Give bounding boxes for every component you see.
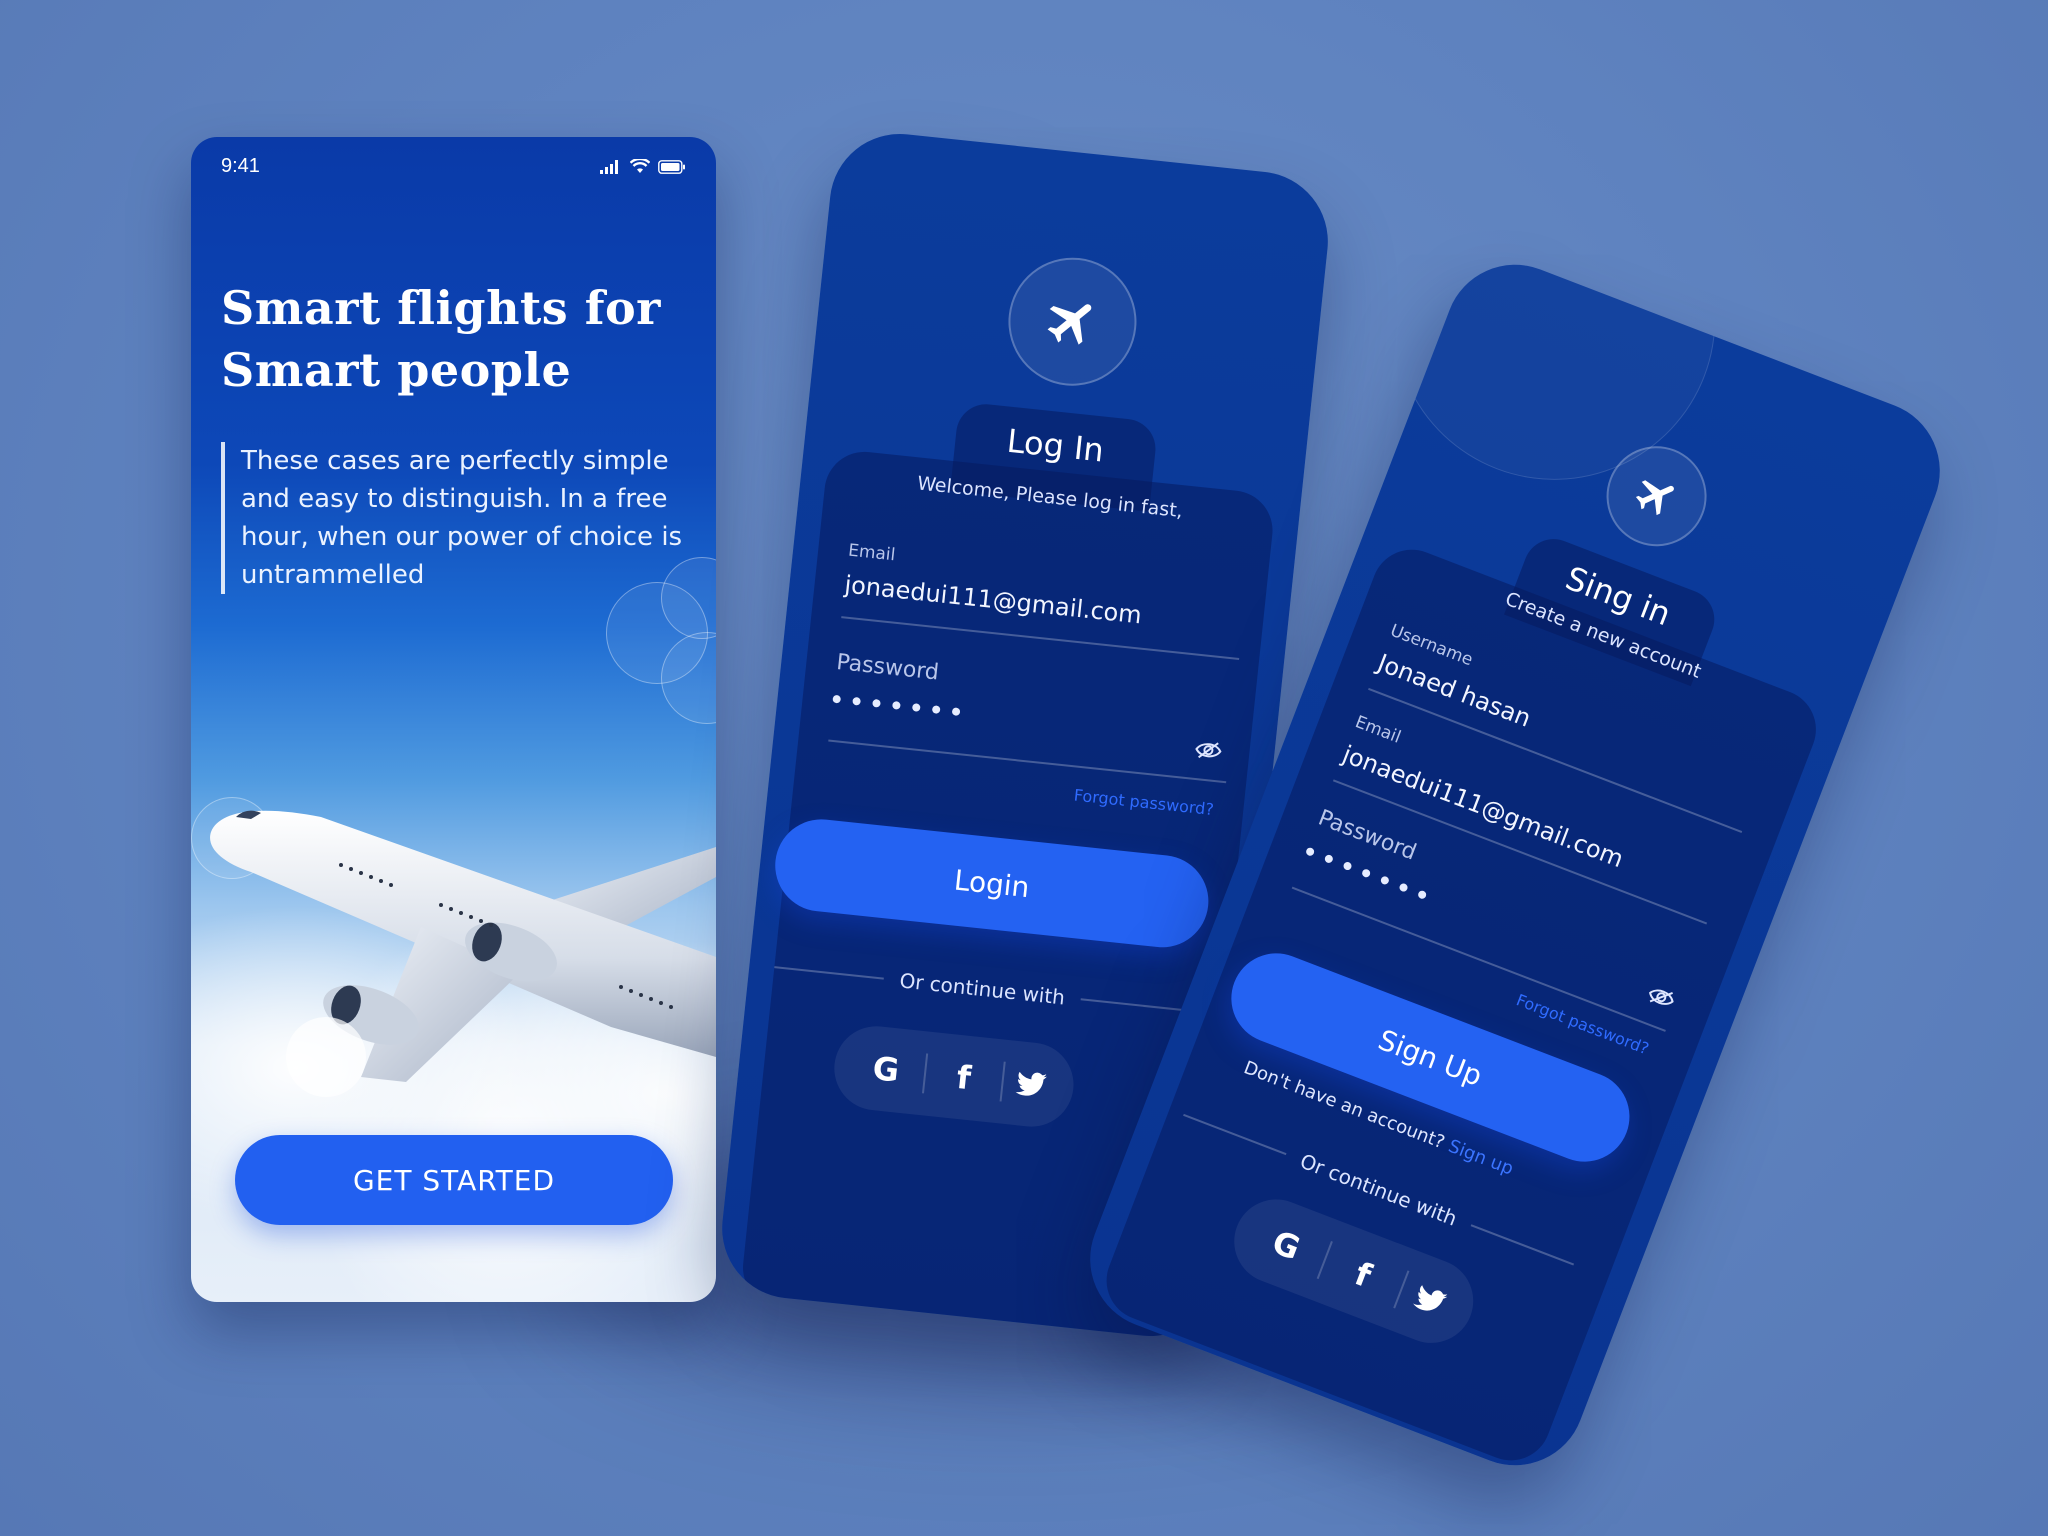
- status-time: 9:41: [221, 155, 260, 177]
- hero-title-line-1: Smart flights for: [221, 281, 661, 335]
- google-icon[interactable]: G: [1256, 1219, 1316, 1272]
- airplane-illustration: [210, 810, 716, 1097]
- twitter-icon[interactable]: [1412, 1283, 1449, 1318]
- facebook-icon[interactable]: f: [937, 1056, 991, 1099]
- twitter-icon[interactable]: [1015, 1070, 1048, 1099]
- eye-off-icon[interactable]: [1193, 738, 1223, 763]
- airplane-icon: [1635, 480, 1674, 516]
- facebook-icon[interactable]: f: [1333, 1248, 1393, 1301]
- wifi-icon: [630, 159, 650, 173]
- google-icon[interactable]: G: [859, 1048, 913, 1091]
- battery-icon: [658, 159, 685, 174]
- welcome-screen: 9:41 Smart flights for Smart people Thes…: [191, 137, 716, 1302]
- signal-icon: [600, 159, 618, 174]
- airplane-icon: [1047, 304, 1092, 345]
- login-logo: [1002, 251, 1143, 393]
- hero-description: These cases are perfectly simple and eas…: [221, 442, 691, 594]
- get-started-button[interactable]: GET STARTED: [235, 1135, 673, 1225]
- hero-title: Smart flights for Smart people: [221, 277, 691, 401]
- status-bar: 9:41: [221, 155, 686, 185]
- hero-title-line-2: Smart people: [221, 343, 572, 397]
